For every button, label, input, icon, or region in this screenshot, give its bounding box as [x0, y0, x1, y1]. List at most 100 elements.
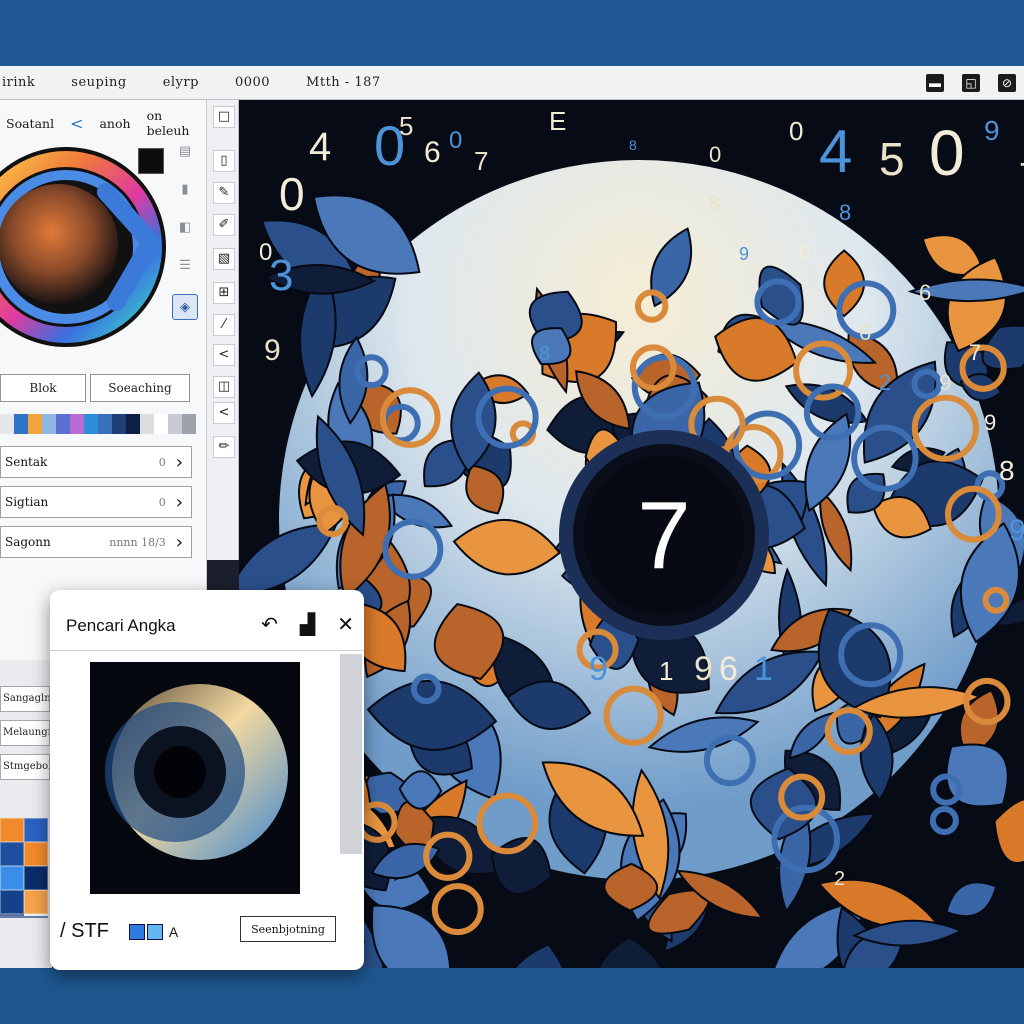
color-palette[interactable]	[0, 414, 196, 434]
scattered-number: 0	[279, 168, 305, 220]
palette-swatch[interactable]	[168, 414, 182, 434]
pen-icon[interactable]: ✐	[213, 214, 235, 236]
dialog-divider	[50, 650, 364, 651]
palette-swatch[interactable]	[42, 414, 56, 434]
palette-swatch[interactable]	[154, 414, 168, 434]
palette-swatch[interactable]	[98, 414, 112, 434]
color-tool-icons: ▤ ▮ ◧ ☰ ◈	[172, 142, 198, 320]
menu-item-mtth[interactable]: Mtth - 187	[306, 75, 381, 90]
scattered-number: 9	[739, 244, 749, 264]
lower-item-1[interactable]: Sangaglne	[0, 686, 50, 712]
menu-item-seuping[interactable]: seuping	[71, 75, 126, 90]
lower-item-3[interactable]: Stmgebolt	[0, 754, 50, 780]
palette-swatch[interactable]	[0, 414, 14, 434]
scattered-number: 9	[694, 650, 713, 688]
menu-icon[interactable]: ☰	[176, 256, 194, 274]
scattered-number: 6	[719, 650, 738, 688]
center-number: 7	[637, 482, 690, 589]
pin-icon[interactable]: ▟	[300, 612, 315, 636]
palette-swatch[interactable]	[84, 414, 98, 434]
grid-swatch[interactable]	[24, 916, 48, 918]
scattered-number: 7	[969, 340, 981, 365]
pencil-icon[interactable]: ✏	[213, 436, 235, 458]
line-icon[interactable]: ⁄	[213, 314, 235, 336]
scattered-number: 9	[1009, 514, 1024, 547]
color-square-2	[146, 923, 163, 940]
panel-buttons: Blok Soeaching	[0, 374, 190, 402]
chevron-icon[interactable]: <	[213, 344, 235, 366]
scattered-number: 9	[984, 410, 996, 435]
scattered-number: 6	[424, 136, 441, 169]
swatch-grid[interactable]	[0, 818, 48, 918]
format-label: / STF	[60, 920, 109, 942]
close-button[interactable]: ⊘	[998, 74, 1016, 92]
blok-button[interactable]: Blok	[0, 374, 86, 402]
dialog-scrollbar[interactable]	[340, 654, 362, 854]
grid-swatch[interactable]	[0, 842, 24, 866]
palette-swatch[interactable]	[56, 414, 70, 434]
picker-icon[interactable]: ◈	[172, 294, 198, 320]
property-value: 0	[158, 455, 166, 469]
handle-icon[interactable]: ▮	[176, 180, 194, 198]
grid-swatch[interactable]	[24, 818, 48, 842]
frame-icon[interactable]: ◫	[213, 376, 235, 398]
chevron-right-icon: ›	[175, 531, 183, 553]
grid-swatch[interactable]	[24, 890, 48, 914]
palette-swatch[interactable]	[140, 414, 154, 434]
palette-swatch[interactable]	[182, 414, 196, 434]
refresh-icon[interactable]: ↶	[261, 612, 278, 636]
restore-icon: ◱	[965, 76, 977, 90]
menu-item-elyrp[interactable]: elyrp	[163, 75, 199, 90]
grid-swatch[interactable]	[24, 842, 48, 866]
property-label: Sagonn	[5, 535, 51, 549]
grid-swatch[interactable]	[0, 818, 24, 842]
back-arrow-icon[interactable]: <	[70, 114, 83, 133]
grid-swatch[interactable]	[0, 866, 24, 890]
palette-swatch[interactable]	[126, 414, 140, 434]
layers-icon[interactable]: ▤	[176, 142, 194, 160]
property-label: Sigtian	[5, 495, 49, 509]
grid-swatch[interactable]	[24, 866, 48, 890]
grid-swatch[interactable]	[0, 916, 24, 918]
lower-item-2[interactable]: Melaungr	[0, 720, 50, 746]
scattered-number: 2	[834, 868, 845, 890]
minimize-button[interactable]: ▬	[926, 74, 944, 92]
grid-swatch[interactable]	[0, 890, 24, 914]
restore-button[interactable]: ◱	[962, 74, 980, 92]
menu-item-irink[interactable]: irink	[2, 75, 35, 90]
panel-header-label: Soatanl	[6, 115, 55, 131]
scattered-number: 3	[269, 251, 293, 300]
panel-header: Soatanl < anoh on beleuh	[6, 108, 206, 138]
panel-icon[interactable]: ▯	[213, 150, 235, 172]
brush-icon[interactable]: ✎	[213, 182, 235, 204]
square-icon[interactable]: □	[213, 106, 235, 128]
number-finder-dialog: Pencari Angka ↶ ▟ ✕ / STF A Seenbjotning	[50, 590, 364, 970]
palette-swatch[interactable]	[14, 414, 28, 434]
dialog-search-button[interactable]: Seenbjotning	[240, 916, 336, 942]
menu-item-0000[interactable]: 0000	[235, 75, 270, 90]
color-toggle[interactable]: A	[128, 923, 178, 940]
app-window: irink seuping elyrp 0000 Mtth - 187 ▬ ◱ …	[0, 66, 1024, 970]
arrow-icon[interactable]: <	[213, 402, 235, 424]
property-row-sigtian[interactable]: Sigtian 0 ›	[0, 486, 192, 518]
property-row-sagonn[interactable]: Sagonn nnnn 18/3 ›	[0, 526, 192, 558]
scattered-number: 7	[474, 146, 488, 176]
close-icon[interactable]: ✕	[337, 612, 354, 636]
dialog-footer: / STF A	[60, 920, 178, 943]
panel-header-label-3: on beleuh	[146, 108, 190, 138]
palette-swatch[interactable]	[112, 414, 126, 434]
close-icon: ⊘	[1001, 76, 1013, 90]
flag-icon[interactable]: ◧	[176, 218, 194, 236]
scattered-number: 1	[754, 650, 773, 688]
image-icon[interactable]: ▧	[213, 248, 235, 270]
crop-icon[interactable]: ⊞	[213, 282, 235, 304]
dialog-actions: ↶ ▟ ✕	[261, 612, 354, 636]
scattered-number: 8	[999, 455, 1015, 486]
scattered-number: 0	[709, 142, 721, 167]
current-color-swatch[interactable]	[138, 148, 164, 174]
palette-swatch[interactable]	[70, 414, 84, 434]
searching-button[interactable]: Soeaching	[90, 374, 190, 402]
scattered-number: 9	[984, 115, 1000, 146]
property-row-sentak[interactable]: Sentak 0 ›	[0, 446, 192, 478]
palette-swatch[interactable]	[28, 414, 42, 434]
